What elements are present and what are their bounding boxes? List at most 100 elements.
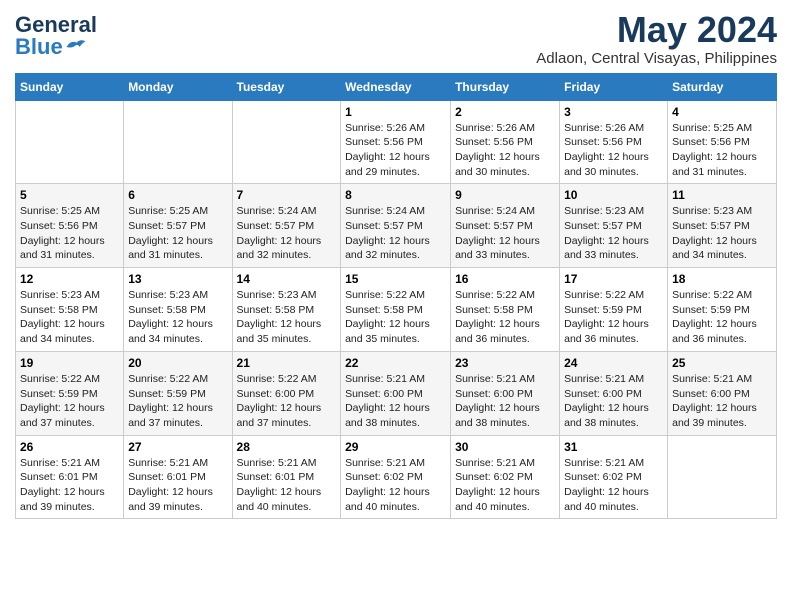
day-number: 3 — [564, 105, 663, 119]
day-number: 12 — [20, 272, 119, 286]
day-number: 5 — [20, 188, 119, 202]
week-row-1: 1 Sunrise: 5:26 AM Sunset: 5:56 PM Daylig… — [16, 100, 777, 184]
day-number: 31 — [564, 440, 663, 454]
calendar-cell: 28 Sunrise: 5:21 AM Sunset: 6:01 PM Dayli… — [232, 435, 341, 519]
title-block: May 2024 Adlaon, Central Visayas, Philip… — [536, 10, 777, 67]
day-number: 23 — [455, 356, 555, 370]
day-number: 11 — [672, 188, 772, 202]
day-info: Sunrise: 5:24 AM Sunset: 5:57 PM Dayligh… — [237, 204, 337, 263]
location-title: Adlaon, Central Visayas, Philippines — [536, 50, 777, 67]
week-row-4: 19 Sunrise: 5:22 AM Sunset: 5:59 PM Dayli… — [16, 351, 777, 435]
calendar-cell: 31 Sunrise: 5:21 AM Sunset: 6:02 PM Dayli… — [560, 435, 668, 519]
calendar-header: SundayMondayTuesdayWednesdayThursdayFrid… — [16, 73, 777, 100]
day-info: Sunrise: 5:21 AM Sunset: 6:01 PM Dayligh… — [128, 456, 227, 515]
day-info: Sunrise: 5:22 AM Sunset: 5:59 PM Dayligh… — [564, 288, 663, 347]
day-number: 24 — [564, 356, 663, 370]
day-number: 1 — [345, 105, 446, 119]
header-cell-wednesday: Wednesday — [341, 73, 451, 100]
calendar-cell: 17 Sunrise: 5:22 AM Sunset: 5:59 PM Dayli… — [560, 268, 668, 352]
day-number: 15 — [345, 272, 446, 286]
day-number: 16 — [455, 272, 555, 286]
calendar-cell: 21 Sunrise: 5:22 AM Sunset: 6:00 PM Dayli… — [232, 351, 341, 435]
calendar-cell: 16 Sunrise: 5:22 AM Sunset: 5:58 PM Dayli… — [451, 268, 560, 352]
day-info: Sunrise: 5:21 AM Sunset: 6:00 PM Dayligh… — [672, 372, 772, 431]
day-info: Sunrise: 5:21 AM Sunset: 6:00 PM Dayligh… — [564, 372, 663, 431]
day-info: Sunrise: 5:26 AM Sunset: 5:56 PM Dayligh… — [345, 121, 446, 180]
day-number: 19 — [20, 356, 119, 370]
calendar-cell: 10 Sunrise: 5:23 AM Sunset: 5:57 PM Dayli… — [560, 184, 668, 268]
header-cell-tuesday: Tuesday — [232, 73, 341, 100]
day-info: Sunrise: 5:23 AM Sunset: 5:57 PM Dayligh… — [672, 204, 772, 263]
header-cell-friday: Friday — [560, 73, 668, 100]
page-header: General Blue May 2024 Adlaon, Central Vi… — [15, 10, 777, 67]
header-cell-saturday: Saturday — [668, 73, 777, 100]
day-number: 13 — [128, 272, 227, 286]
calendar-cell: 6 Sunrise: 5:25 AM Sunset: 5:57 PM Daylig… — [124, 184, 232, 268]
calendar-cell: 11 Sunrise: 5:23 AM Sunset: 5:57 PM Dayli… — [668, 184, 777, 268]
month-title: May 2024 — [536, 10, 777, 50]
day-info: Sunrise: 5:22 AM Sunset: 6:00 PM Dayligh… — [237, 372, 337, 431]
day-number: 20 — [128, 356, 227, 370]
calendar-cell: 23Sunrise: 5:21 AM Sunset: 6:00 PM Dayli… — [451, 351, 560, 435]
day-number: 27 — [128, 440, 227, 454]
day-info: Sunrise: 5:22 AM Sunset: 5:58 PM Dayligh… — [455, 288, 555, 347]
calendar-cell: 25 Sunrise: 5:21 AM Sunset: 6:00 PM Dayli… — [668, 351, 777, 435]
day-info: Sunrise: 5:24 AM Sunset: 5:57 PM Dayligh… — [345, 204, 446, 263]
day-number: 6 — [128, 188, 227, 202]
day-info: Sunrise: 5:26 AM Sunset: 5:56 PM Dayligh… — [564, 121, 663, 180]
day-number: 22 — [345, 356, 446, 370]
calendar-cell: 24 Sunrise: 5:21 AM Sunset: 6:00 PM Dayli… — [560, 351, 668, 435]
calendar-table: SundayMondayTuesdayWednesdayThursdayFrid… — [15, 73, 777, 520]
day-info: Sunrise: 5:25 AM Sunset: 5:56 PM Dayligh… — [672, 121, 772, 180]
header-cell-monday: Monday — [124, 73, 232, 100]
calendar-cell: 12 Sunrise: 5:23 AM Sunset: 5:58 PM Dayli… — [16, 268, 124, 352]
header-cell-thursday: Thursday — [451, 73, 560, 100]
week-row-5: 26Sunrise: 5:21 AM Sunset: 6:01 PM Dayli… — [16, 435, 777, 519]
day-info: Sunrise: 5:23 AM Sunset: 5:57 PM Dayligh… — [564, 204, 663, 263]
day-number: 28 — [237, 440, 337, 454]
logo-bird-icon — [65, 38, 87, 56]
calendar-cell — [124, 100, 232, 184]
calendar-cell: 4Sunrise: 5:25 AM Sunset: 5:56 PM Daylig… — [668, 100, 777, 184]
day-info: Sunrise: 5:22 AM Sunset: 5:58 PM Dayligh… — [345, 288, 446, 347]
logo-blue-text: Blue — [15, 36, 87, 58]
calendar-cell: 30Sunrise: 5:21 AM Sunset: 6:02 PM Dayli… — [451, 435, 560, 519]
day-info: Sunrise: 5:22 AM Sunset: 5:59 PM Dayligh… — [128, 372, 227, 431]
day-info: Sunrise: 5:24 AM Sunset: 5:57 PM Dayligh… — [455, 204, 555, 263]
day-number: 2 — [455, 105, 555, 119]
calendar-cell: 9 Sunrise: 5:24 AM Sunset: 5:57 PM Daylig… — [451, 184, 560, 268]
week-row-2: 5 Sunrise: 5:25 AM Sunset: 5:56 PM Daylig… — [16, 184, 777, 268]
calendar-body: 1 Sunrise: 5:26 AM Sunset: 5:56 PM Daylig… — [16, 100, 777, 519]
day-info: Sunrise: 5:21 AM Sunset: 6:00 PM Dayligh… — [345, 372, 446, 431]
day-number: 9 — [455, 188, 555, 202]
day-info: Sunrise: 5:22 AM Sunset: 5:59 PM Dayligh… — [672, 288, 772, 347]
calendar-cell: 2 Sunrise: 5:26 AM Sunset: 5:56 PM Daylig… — [451, 100, 560, 184]
day-number: 21 — [237, 356, 337, 370]
day-number: 17 — [564, 272, 663, 286]
day-number: 10 — [564, 188, 663, 202]
day-number: 29 — [345, 440, 446, 454]
week-row-3: 12 Sunrise: 5:23 AM Sunset: 5:58 PM Dayli… — [16, 268, 777, 352]
day-info: Sunrise: 5:21 AM Sunset: 6:01 PM Dayligh… — [237, 456, 337, 515]
calendar-cell — [668, 435, 777, 519]
calendar-cell: 20 Sunrise: 5:22 AM Sunset: 5:59 PM Dayli… — [124, 351, 232, 435]
day-info: Sunrise: 5:21 AM Sunset: 6:01 PM Dayligh… — [20, 456, 119, 515]
day-info: Sunrise: 5:23 AM Sunset: 5:58 PM Dayligh… — [20, 288, 119, 347]
day-info: Sunrise: 5:23 AM Sunset: 5:58 PM Dayligh… — [237, 288, 337, 347]
header-cell-sunday: Sunday — [16, 73, 124, 100]
day-info: Sunrise: 5:25 AM Sunset: 5:56 PM Dayligh… — [20, 204, 119, 263]
day-number: 25 — [672, 356, 772, 370]
calendar-cell: 18Sunrise: 5:22 AM Sunset: 5:59 PM Dayli… — [668, 268, 777, 352]
calendar-cell: 5 Sunrise: 5:25 AM Sunset: 5:56 PM Daylig… — [16, 184, 124, 268]
logo-general-text: General — [15, 14, 97, 36]
day-info: Sunrise: 5:25 AM Sunset: 5:57 PM Dayligh… — [128, 204, 227, 263]
calendar-cell: 22 Sunrise: 5:21 AM Sunset: 6:00 PM Dayli… — [341, 351, 451, 435]
calendar-cell: 29Sunrise: 5:21 AM Sunset: 6:02 PM Dayli… — [341, 435, 451, 519]
day-info: Sunrise: 5:22 AM Sunset: 5:59 PM Dayligh… — [20, 372, 119, 431]
calendar-cell: 26Sunrise: 5:21 AM Sunset: 6:01 PM Dayli… — [16, 435, 124, 519]
header-row: SundayMondayTuesdayWednesdayThursdayFrid… — [16, 73, 777, 100]
day-info: Sunrise: 5:23 AM Sunset: 5:58 PM Dayligh… — [128, 288, 227, 347]
day-info: Sunrise: 5:26 AM Sunset: 5:56 PM Dayligh… — [455, 121, 555, 180]
day-info: Sunrise: 5:21 AM Sunset: 6:02 PM Dayligh… — [564, 456, 663, 515]
logo: General Blue — [15, 14, 97, 58]
